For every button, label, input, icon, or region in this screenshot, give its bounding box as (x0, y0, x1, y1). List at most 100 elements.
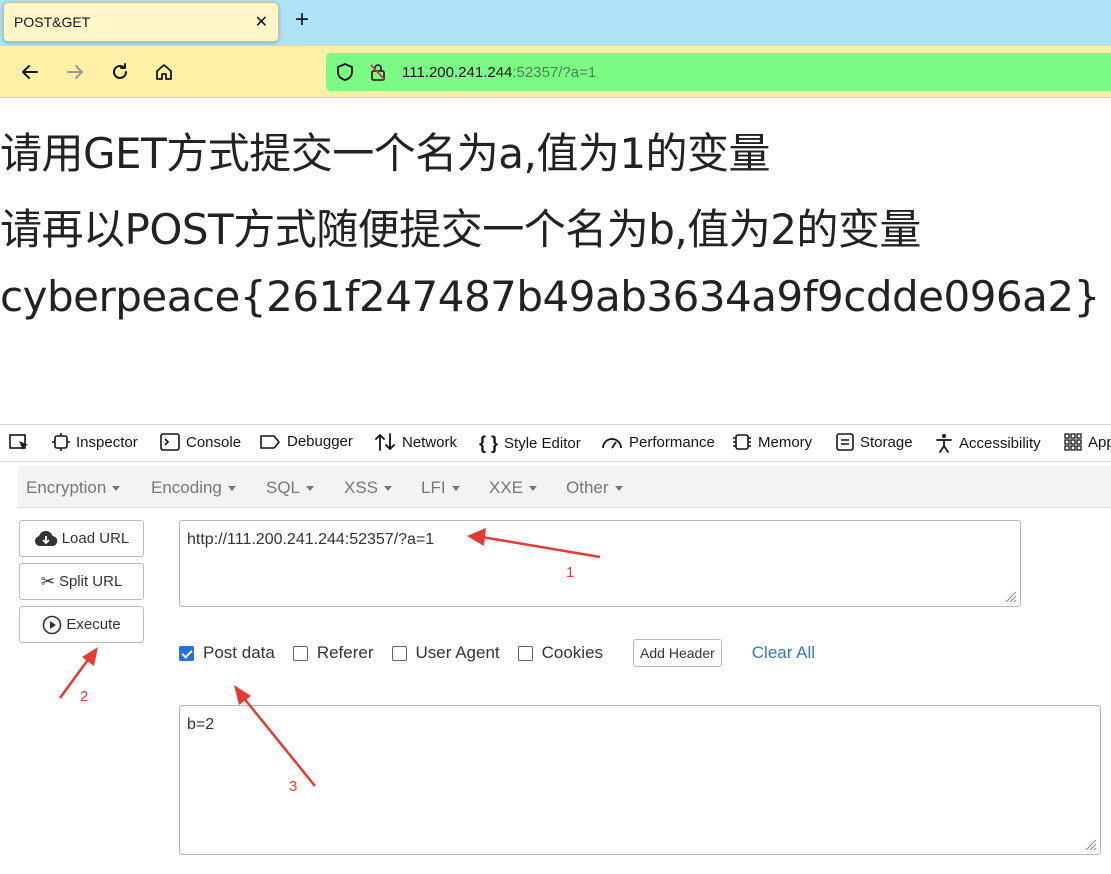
console-icon (160, 433, 180, 451)
tab-label: Inspector (76, 433, 138, 451)
menu-label: XXE (489, 478, 524, 497)
caret-down-icon (227, 486, 236, 492)
checkbox-label: Referer (316, 643, 374, 662)
annotation-label-1: 1 (566, 564, 575, 581)
menu-encryption[interactable]: Encryption (26, 478, 121, 498)
tab-performance[interactable]: Performance (601, 433, 715, 451)
tab-label: Accessibility (959, 434, 1041, 452)
forward-icon[interactable] (62, 59, 88, 85)
debugger-icon (260, 434, 280, 449)
menu-sql[interactable]: SQL (266, 478, 315, 498)
menu-lfi[interactable]: LFI (421, 478, 460, 498)
checkbox-label: Post data (203, 643, 275, 662)
menu-xss[interactable]: XSS (344, 478, 393, 498)
tab-storage[interactable]: Storage (836, 433, 913, 451)
gauge-icon (602, 438, 622, 449)
cookies-option[interactable]: Cookies (517, 643, 604, 663)
caret-down-icon (112, 486, 121, 492)
user-agent-option[interactable]: User Agent (391, 643, 500, 663)
tab-label: Memory (758, 433, 813, 451)
hackbar-panel: Encryption Encoding SQL XSS LFI XXE Othe… (0, 462, 1111, 874)
home-icon[interactable] (151, 59, 177, 85)
tab-label: Performance (629, 433, 715, 451)
resize-grip-icon[interactable] (1003, 589, 1017, 603)
menu-label: Encoding (151, 478, 222, 497)
tab-network[interactable]: Network (374, 433, 457, 451)
caret-down-icon (306, 486, 315, 492)
menu-label: XSS (344, 478, 379, 497)
post-data-textarea[interactable]: b=2 (179, 705, 1101, 855)
button-label: Split URL (58, 573, 123, 590)
cookies-checkbox[interactable] (517, 645, 533, 661)
reload-icon[interactable] (107, 59, 133, 85)
menu-label: LFI (421, 478, 446, 497)
annotation-label-2: 2 (80, 688, 89, 705)
tab-label: App (1088, 433, 1111, 451)
checkbox-label: User Agent (415, 643, 500, 662)
tab-memory[interactable]: Memory (732, 433, 812, 451)
referer-option[interactable]: Referer (292, 643, 374, 663)
scissors-icon: ✂ (40, 571, 55, 591)
flag-text: cyberpeace{261f247487b49ab3634a9f9cdde09… (0, 272, 1100, 321)
accessibility-icon (936, 434, 952, 453)
split-url-button[interactable]: ✂ Split URL (19, 563, 144, 600)
menu-other[interactable]: Other (566, 478, 623, 498)
back-icon[interactable] (17, 59, 43, 85)
browser-window: POST&GET ✕ + 111.200.241.244:52357/?a=1 (0, 0, 1111, 874)
menu-xxe[interactable]: XXE (489, 478, 538, 498)
menu-label: SQL (266, 478, 301, 497)
network-icon (375, 433, 395, 451)
close-icon[interactable]: ✕ (255, 12, 268, 32)
tab-console[interactable]: Console (160, 433, 241, 451)
caret-down-icon (384, 486, 393, 492)
tab-strip: POST&GET ✕ + (0, 0, 1111, 46)
memory-icon (733, 434, 751, 450)
checkbox-label: Cookies (541, 643, 604, 662)
navigation-bar: 111.200.241.244:52357/?a=1 (0, 46, 1111, 98)
shield-icon[interactable] (335, 62, 355, 87)
url-value: http://111.200.241.244:52357/?a=1 (187, 531, 435, 548)
button-label: Load URL (61, 530, 130, 547)
caret-down-icon (451, 486, 460, 492)
element-picker-icon[interactable] (9, 433, 31, 453)
insecure-lock-icon[interactable] (368, 62, 388, 87)
tab-app[interactable]: App (1064, 433, 1111, 451)
tab-title: POST&GET (14, 14, 91, 30)
user-agent-checkbox[interactable] (391, 645, 407, 661)
load-url-button[interactable]: Load URL (19, 520, 144, 557)
add-header-button[interactable]: Add Header (633, 639, 722, 667)
post-data-option[interactable]: Post data (179, 643, 275, 663)
play-circle-icon (43, 615, 62, 634)
hackbar-menubar: Encryption Encoding SQL XSS LFI XXE Othe… (18, 466, 1111, 508)
plus-icon[interactable]: + (295, 6, 309, 34)
tab-debugger[interactable]: Debugger (259, 433, 353, 450)
tab-label: Network (402, 433, 458, 451)
post-data-checkbox[interactable] (179, 645, 194, 661)
url-bar[interactable]: 111.200.241.244:52357/?a=1 (326, 53, 1111, 91)
cloud-download-icon (34, 530, 57, 546)
storage-icon (836, 433, 854, 451)
menu-label: Other (566, 478, 609, 497)
url-textarea[interactable]: http://111.200.241.244:52357/?a=1 (179, 520, 1021, 607)
menu-encoding[interactable]: Encoding (151, 478, 236, 498)
url-text: 111.200.241.244:52357/?a=1 (402, 64, 596, 81)
tab-label: Console (186, 433, 242, 451)
url-host: 111.200.241.244 (402, 64, 513, 81)
post-value: b=2 (187, 716, 215, 733)
tab-accessibility[interactable]: Accessibility (935, 433, 1041, 453)
caret-down-icon (614, 486, 623, 492)
braces-icon: { } (479, 433, 499, 453)
execute-button[interactable]: Execute (19, 606, 144, 643)
instruction-get: 请用GET方式提交一个名为a,值为1的变量 (0, 129, 771, 178)
grid-icon (1064, 433, 1082, 451)
tab-style-editor[interactable]: { } Style Editor (479, 433, 581, 454)
clear-all-link[interactable]: Clear All (752, 643, 815, 663)
tab-inspector[interactable]: Inspector (52, 433, 138, 451)
referer-checkbox[interactable] (292, 645, 308, 661)
button-label: Execute (66, 616, 121, 633)
resize-grip-icon[interactable] (1083, 837, 1097, 851)
tab-label: Storage (860, 433, 913, 451)
annotation-label-3: 3 (289, 778, 298, 795)
url-path: :52357/?a=1 (512, 64, 597, 81)
browser-tab[interactable]: POST&GET ✕ (3, 2, 279, 42)
